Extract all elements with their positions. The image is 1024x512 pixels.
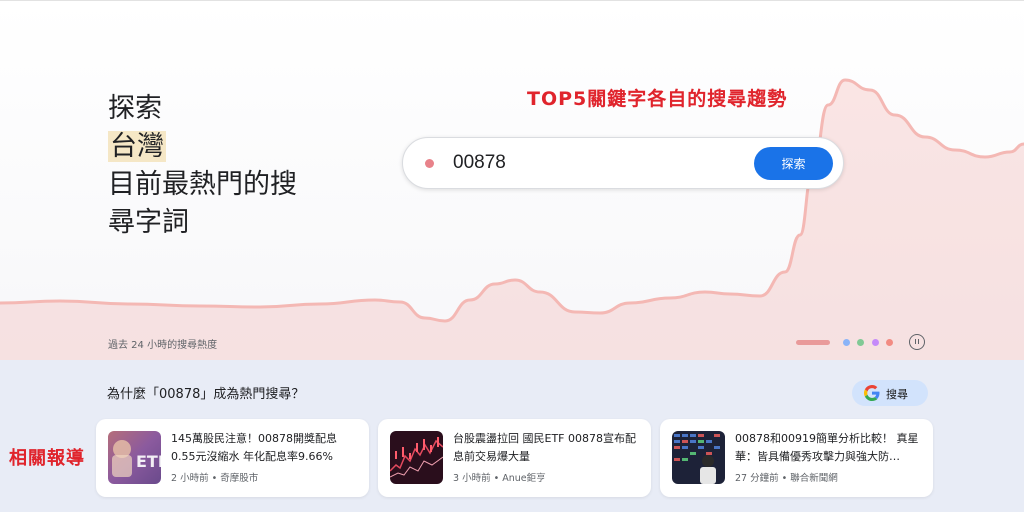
- annotation-related-news: 相關報導: [9, 448, 85, 469]
- headline: 探索 台灣 目前最熱門的搜 尋字詞: [108, 90, 338, 242]
- search-input[interactable]: [453, 150, 743, 176]
- article-title[interactable]: 台股震盪拉回 國民ETF 00878宣布配息前交易爆大量: [453, 430, 639, 466]
- headline-line-4: 尋字詞: [108, 207, 189, 238]
- stock-chart-photo-icon: [390, 431, 443, 484]
- carousel-indicator-4[interactable]: [872, 339, 879, 346]
- article-card-2[interactable]: 台股震盪拉回 國民ETF 00878宣布配息前交易爆大量 3 小時前 • Anu…: [378, 419, 651, 497]
- etf-photo-icon: ETF: [108, 431, 161, 484]
- trend-caption: 過去 24 小時的搜尋熱度: [108, 340, 218, 351]
- article-meta: 3 小時前 • Anue鉅亨: [453, 473, 546, 484]
- search-box[interactable]: 探索: [402, 137, 844, 189]
- carousel-indicator-5[interactable]: [886, 339, 893, 346]
- article-meta: 2 小時前 • 奇摩股市: [171, 473, 259, 484]
- carousel-indicator-2[interactable]: [843, 339, 850, 346]
- article-card-1[interactable]: ETF 145萬股民注意！00878開獎配息0.55元沒縮水 年化配息率9.66…: [96, 419, 369, 497]
- google-g-icon: [864, 385, 880, 401]
- explore-button[interactable]: 探索: [754, 147, 833, 180]
- carousel-indicator-3[interactable]: [857, 339, 864, 346]
- google-search-label: 搜尋: [886, 388, 908, 401]
- hero-section: 探索 台灣 目前最熱門的搜 尋字詞 TOP5關鍵字各自的搜尋趨勢 探索 過去 2…: [0, 0, 1024, 360]
- carousel-indicators: [796, 338, 896, 348]
- headline-line-2-wrap: 台灣: [108, 128, 338, 166]
- carousel-indicator-active[interactable]: [796, 340, 830, 345]
- headline-line-1: 探索: [108, 93, 162, 124]
- article-card-3[interactable]: 00878和00919簡單分析比較！ 真星華：皆具備優秀攻擊力與強大防… 27 …: [660, 419, 933, 497]
- stock-board-photo-icon: [672, 431, 725, 484]
- annotation-top5-trends: TOP5關鍵字各自的搜尋趨勢: [527, 88, 788, 110]
- svg-text:ETF: ETF: [136, 452, 161, 471]
- headline-line-3: 目前最熱門的搜: [108, 169, 297, 200]
- article-title[interactable]: 145萬股民注意！00878開獎配息0.55元沒縮水 年化配息率9.66%: [171, 430, 357, 466]
- article-title[interactable]: 00878和00919簡單分析比較！ 真星華：皆具備優秀攻擊力與強大防…: [735, 430, 921, 466]
- trend-color-dot-icon: [425, 159, 434, 168]
- why-trending-question: 為什麼「00878」成為熱門搜尋？: [107, 387, 305, 402]
- google-search-button[interactable]: 搜尋: [852, 380, 928, 406]
- pause-icon[interactable]: [909, 334, 925, 350]
- article-meta: 27 分鐘前 • 聯合新聞網: [735, 473, 838, 484]
- headline-region: 台灣: [108, 131, 166, 162]
